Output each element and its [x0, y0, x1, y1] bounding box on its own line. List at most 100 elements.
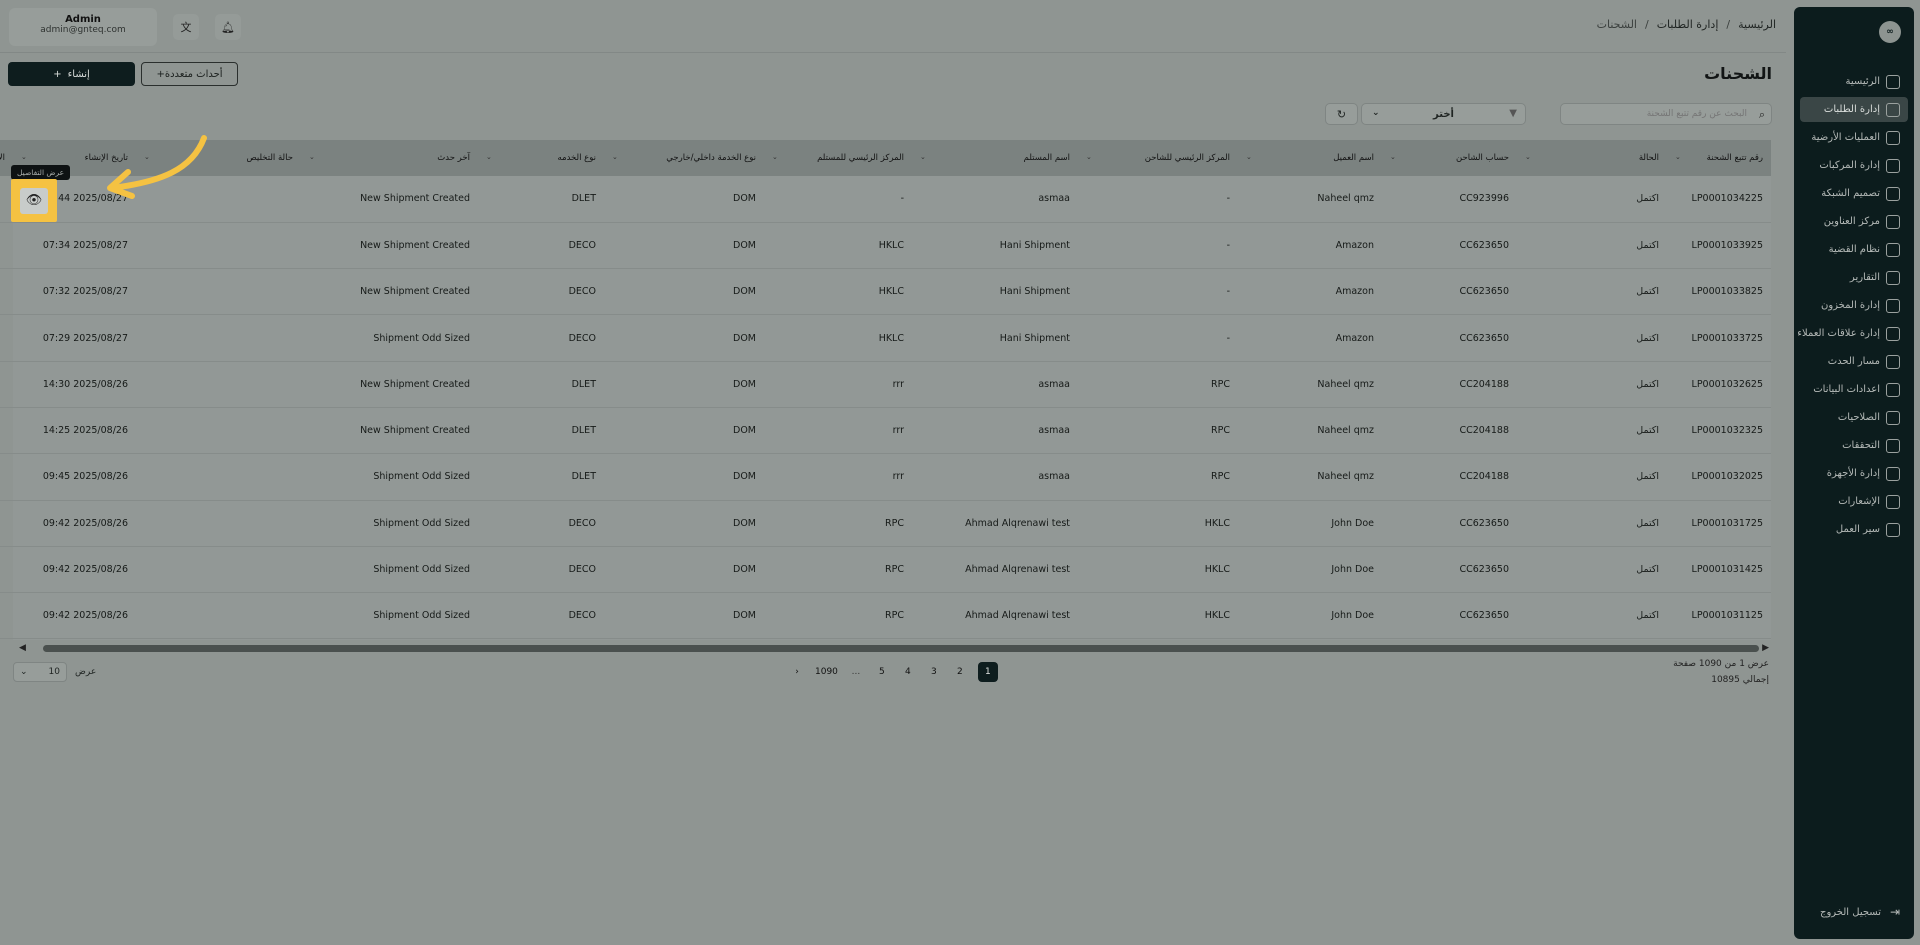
workflow-icon: [1886, 522, 1900, 537]
sort-icon[interactable]: ⌄: [772, 153, 778, 161]
sort-icon[interactable]: ⌄: [486, 153, 492, 161]
page-button[interactable]: 2: [952, 667, 968, 677]
actions-group: 👁︎🗑︎✎: [0, 469, 5, 485]
sort-icon[interactable]: ⌄: [1246, 153, 1252, 161]
table-cell: LP0001031425: [1691, 564, 1763, 576]
column-header[interactable]: اسم العميل ⌄: [1238, 140, 1382, 176]
address-icon: [1886, 214, 1900, 229]
page-button[interactable]: 1: [977, 661, 998, 682]
sidebar-item[interactable]: سير العمل: [1800, 517, 1908, 542]
column-header[interactable]: الحالة ⌄: [1517, 140, 1667, 176]
table-row[interactable]: LP0001031725 اكتمل CC623650 John Doe HKLC Ahm…: [0, 500, 1771, 547]
column-header[interactable]: المركز الرئيسي للشاحن ⌄: [1078, 140, 1238, 176]
table-cell: HKLC: [878, 332, 904, 344]
table-cell: 09:45 2025/08/26: [42, 471, 128, 483]
horizontal-scrollbar[interactable]: ◀ ▶: [13, 643, 1771, 653]
eye-icon[interactable]: 👁︎: [20, 187, 48, 214]
user-menu[interactable]: Admin admin@gnteq.com: [9, 8, 157, 46]
next-page-icon[interactable]: ›: [789, 667, 805, 677]
filter-select[interactable]: ▼ أختر ⌄: [1361, 103, 1526, 125]
table-cell: CC204188: [1459, 425, 1509, 437]
per-page-value: 10: [48, 667, 60, 677]
database-icon: [1886, 382, 1900, 397]
sidebar-item[interactable]: التحققات: [1800, 433, 1908, 458]
scroll-right-icon[interactable]: ▶: [1762, 643, 1769, 653]
sort-icon[interactable]: ⌄: [1675, 153, 1681, 161]
page-button[interactable]: 5: [874, 667, 890, 677]
table-row[interactable]: LP0001032325 اكتمل CC204188 Naheel qmz RPC as…: [0, 407, 1771, 454]
scrollbar-thumb[interactable]: [43, 645, 1759, 652]
chevron-down-icon: ⌄: [1372, 108, 1380, 118]
table-cell: اكتمل: [1636, 332, 1659, 344]
table-row[interactable]: LP0001032025 اكتمل CC204188 Naheel qmz RPC as…: [0, 453, 1771, 501]
sidebar-item[interactable]: إدارة المخزون: [1800, 293, 1908, 318]
table-row[interactable]: LP0001033925 اكتمل CC623650 Amazon - Hani Shi…: [0, 222, 1771, 269]
per-page-select[interactable]: ⌄ 10: [13, 662, 67, 682]
scroll-left-icon[interactable]: ◀: [19, 643, 26, 653]
column-header[interactable]: المركز الرئيسي للمستلم ⌄: [764, 140, 912, 176]
sidebar-item[interactable]: اعدادات البيانات: [1800, 377, 1908, 402]
table-row[interactable]: LP0001034225 اكتمل CC923996 Naheel qmz - asma…: [0, 176, 1771, 223]
breadcrumb-orders[interactable]: إدارة الطلبات: [1657, 18, 1719, 31]
table-row[interactable]: LP0001033825 اكتمل CC623650 Amazon - Hani Shi…: [0, 268, 1771, 315]
sidebar-item[interactable]: إدارة الطلبات: [1800, 97, 1908, 122]
tracking-search-input[interactable]: [1577, 109, 1747, 119]
column-header[interactable]: اسم المستلم ⌄: [912, 140, 1078, 176]
table-cell: DOM: [733, 564, 756, 576]
table-row[interactable]: LP0001031425 اكتمل CC623650 John Doe HKLC Ahm…: [0, 546, 1771, 593]
highlighted-view-button[interactable]: 👁︎: [11, 179, 57, 222]
sidebar-item-label: التقارير: [1849, 272, 1880, 283]
refresh-button[interactable]: ↻: [1325, 103, 1358, 125]
page-button[interactable]: 1090: [815, 667, 838, 677]
page-button[interactable]: 3: [926, 667, 942, 677]
sort-icon[interactable]: ⌄: [920, 153, 926, 161]
column-header[interactable]: آخر حدث ⌄: [301, 140, 478, 176]
table-row[interactable]: LP0001032625 اكتمل CC204188 Naheel qmz RPC as…: [0, 361, 1771, 408]
sidebar-item[interactable]: التقارير: [1800, 265, 1908, 290]
create-button[interactable]: إنشاء +: [8, 62, 135, 86]
column-header[interactable]: نوع الخدمه ⌄: [478, 140, 604, 176]
search-icon[interactable]: ⌕: [1759, 108, 1765, 122]
table-cell: اكتمل: [1636, 239, 1659, 251]
sort-icon[interactable]: ⌄: [612, 153, 618, 161]
sidebar-item[interactable]: الرئيسية: [1800, 69, 1908, 94]
sidebar-item[interactable]: إدارة علاقات العملاء: [1797, 321, 1908, 346]
sort-icon[interactable]: ⌄: [1525, 153, 1531, 161]
sidebar-item[interactable]: نظام القضية: [1800, 237, 1908, 262]
sidebar-item[interactable]: مسار الحدث: [1800, 349, 1908, 374]
sort-icon[interactable]: ⌄: [1390, 153, 1396, 161]
multiple-events-button[interactable]: أحداث متعددة+: [141, 62, 238, 86]
column-header[interactable]: نوع الخدمة داخلي/خارجي ⌄: [604, 140, 764, 176]
sidebar-item[interactable]: إدارة المركبات: [1800, 153, 1908, 178]
home-icon: [1886, 74, 1900, 89]
sort-icon[interactable]: ⌄: [21, 153, 27, 161]
table-cell: New Shipment Created: [360, 378, 470, 390]
logout-button[interactable]: ⇥ تسجيل الخروج: [1820, 906, 1900, 919]
breadcrumb-home[interactable]: الرئيسية: [1738, 18, 1776, 31]
table-cell: CC623650: [1459, 286, 1509, 298]
sidebar-item[interactable]: إدارة الأجهزة: [1800, 461, 1908, 486]
page-button[interactable]: 4: [900, 667, 916, 677]
sidebar-item[interactable]: مركز العناوين: [1800, 209, 1908, 234]
table-cell: John Doe: [1331, 564, 1374, 576]
app-logo[interactable]: ∞: [1879, 21, 1901, 43]
breadcrumb-separator: /: [1726, 18, 1731, 31]
column-header[interactable]: حساب الشاحن ⌄: [1382, 140, 1517, 176]
table-row[interactable]: LP0001031125 اكتمل CC623650 John Doe HKLC Ahm…: [0, 592, 1771, 639]
table-cell: Shipment Odd Sized: [373, 517, 470, 529]
sidebar-item[interactable]: الصلاحيات: [1800, 405, 1908, 430]
table-header-row: رقم تتبع الشحنة ⌄ الحالة ⌄ حساب الشاحن ⌄ اسم ا…: [0, 140, 1771, 176]
column-header[interactable]: رقم تتبع الشحنة ⌄: [1667, 140, 1771, 176]
table-cell: [136, 407, 301, 453]
table-row[interactable]: LP0001033725 اكتمل CC623650 Amazon - Hani Shi…: [0, 314, 1771, 362]
notifications-button[interactable]: 🔔︎: [215, 14, 241, 40]
table-cell: HKLC: [1204, 517, 1230, 529]
sidebar-item[interactable]: الإشعارات: [1800, 489, 1908, 514]
sidebar-item[interactable]: تصميم الشبكة: [1800, 181, 1908, 206]
language-button[interactable]: 文: [173, 14, 199, 40]
sort-icon[interactable]: ⌄: [309, 153, 315, 161]
sidebar-item[interactable]: العمليات الأرضية: [1800, 125, 1908, 150]
table-cell: New Shipment Created: [360, 286, 470, 298]
sort-icon[interactable]: ⌄: [1086, 153, 1092, 161]
actions-group: 👁︎🗑︎✎: [0, 608, 5, 624]
